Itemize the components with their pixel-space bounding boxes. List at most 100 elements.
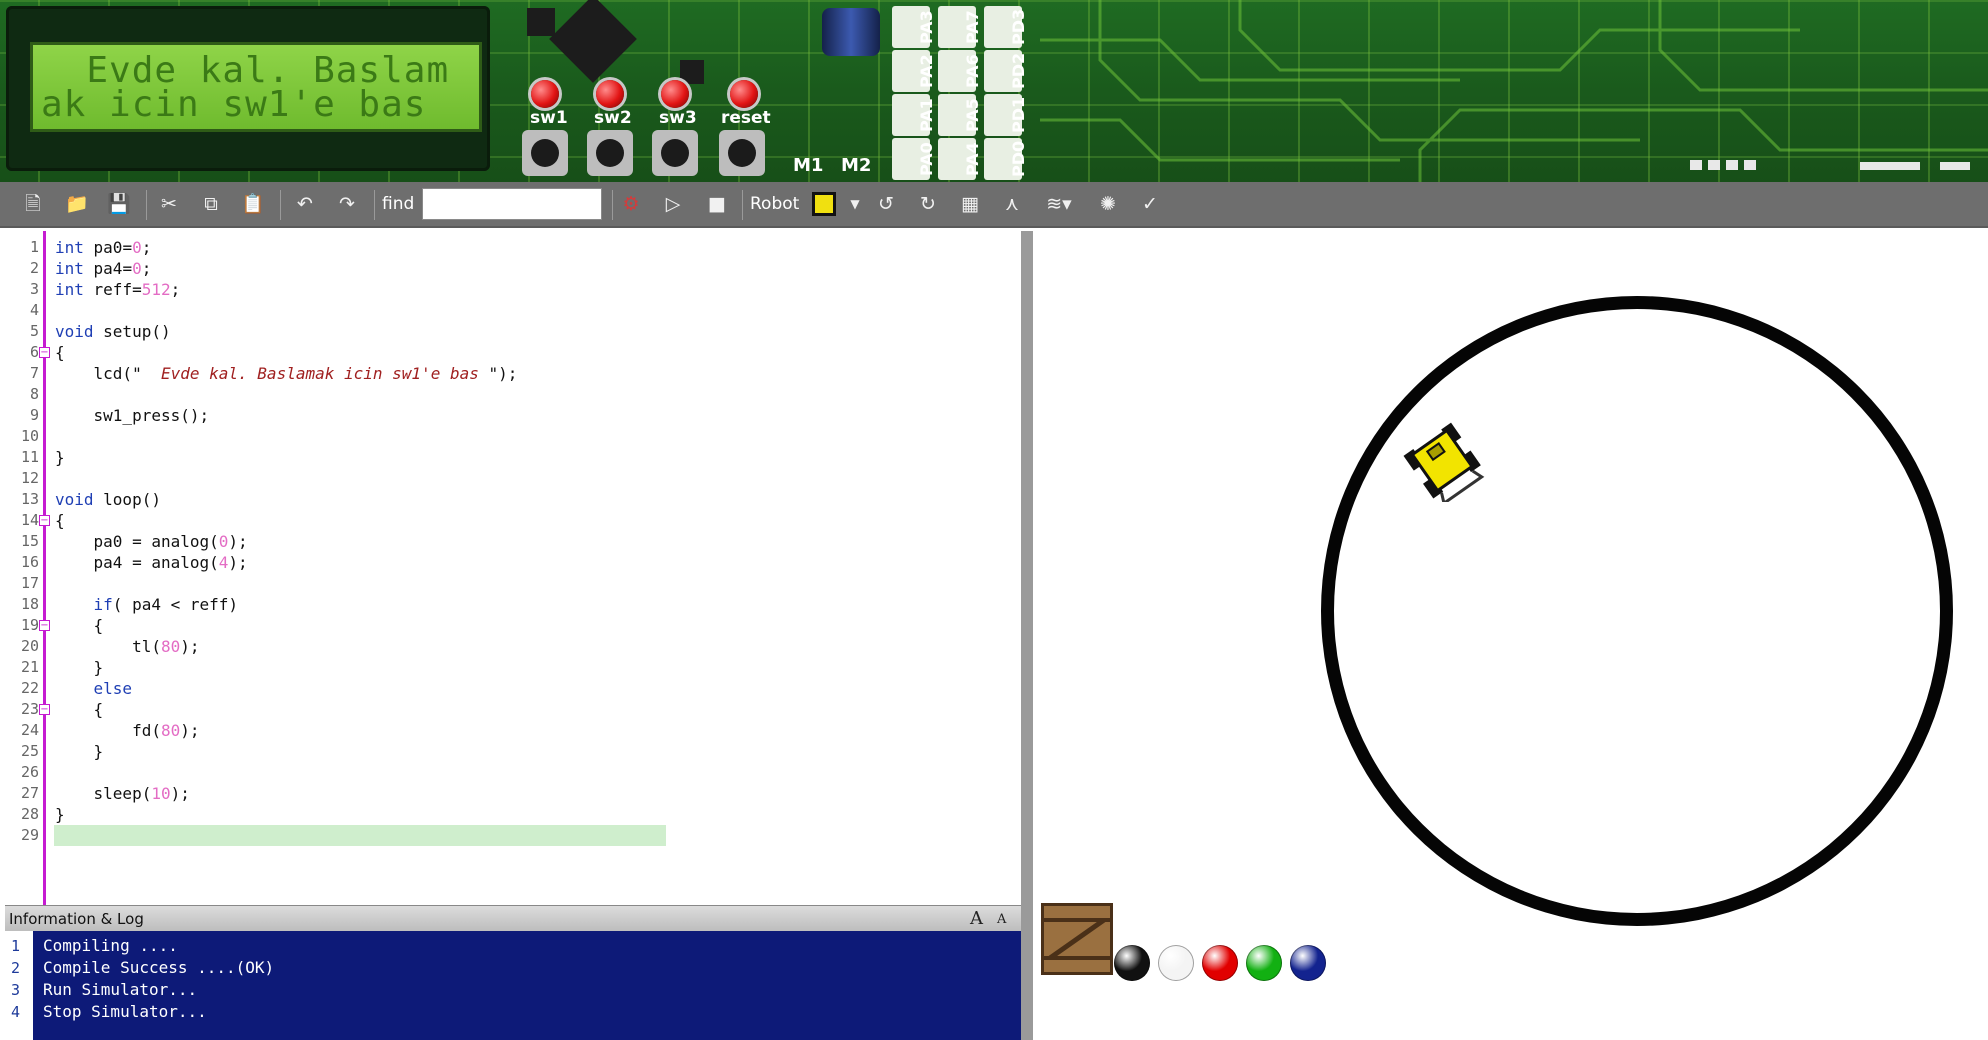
code-line[interactable]: } xyxy=(55,741,104,762)
log-line: Compile Success ....(OK) xyxy=(43,958,275,977)
code-line[interactable]: void loop() xyxy=(55,489,161,510)
code-line[interactable]: int reff=512; xyxy=(55,279,180,300)
code-line[interactable]: int pa0=0; xyxy=(55,237,151,258)
robot-car[interactable] xyxy=(1401,418,1485,502)
toolbar-separator xyxy=(146,190,147,220)
color-swatch-black[interactable] xyxy=(1114,945,1150,981)
calculator-icon[interactable]: ▦ xyxy=(957,191,983,217)
code-line[interactable]: } xyxy=(55,447,65,468)
run-icon[interactable]: ▷ xyxy=(660,191,686,217)
line-number: 17 xyxy=(20,574,39,592)
redo-icon[interactable]: ↷ xyxy=(334,191,360,217)
line-number: 23 xyxy=(20,700,39,718)
led-4 xyxy=(730,80,758,108)
code-line[interactable]: pa4 = analog(4); xyxy=(55,552,248,573)
code-line[interactable]: void setup() xyxy=(55,321,171,342)
toolbar-separator xyxy=(280,190,281,220)
board-panel: Evde kal. Baslam ak icin sw1'e bas sw1 s… xyxy=(0,0,1988,182)
code-editor[interactable]: 1 2 3 4 5 6 7 8 9 10 11 12 13 14 15 16 17 18 19 20 21 22 23 24 2… xyxy=(5,231,1021,905)
compile-gear-icon[interactable]: ⚙ xyxy=(618,191,644,217)
rotate-right-icon[interactable]: ↻ xyxy=(915,191,941,217)
sw2-button[interactable] xyxy=(587,130,633,176)
code-line[interactable]: } xyxy=(55,657,104,678)
save-icon[interactable]: 💾 xyxy=(106,191,132,217)
line-number: 12 xyxy=(20,469,39,487)
line-number: 24 xyxy=(20,721,39,739)
find-input[interactable] xyxy=(422,188,602,220)
code-line[interactable]: int pa4=0; xyxy=(55,258,151,279)
chevron-down-icon[interactable]: ▼ xyxy=(842,191,868,217)
log-line-number: 1 xyxy=(11,937,21,955)
color-swatch-green[interactable] xyxy=(1246,945,1282,981)
code-line[interactable]: sw1_press(); xyxy=(55,405,210,426)
lcd-line-2: ak icin sw1'e bas xyxy=(41,84,427,125)
line-number: 5 xyxy=(29,322,39,340)
code-line[interactable]: pa0 = analog(0); xyxy=(55,531,248,552)
stop-icon[interactable]: ■ xyxy=(704,191,730,217)
line-number: 11 xyxy=(20,448,39,466)
reset-button[interactable] xyxy=(719,130,765,176)
code-line[interactable]: else xyxy=(55,678,133,699)
cut-icon[interactable]: ✂ xyxy=(156,191,182,217)
sw3-button[interactable] xyxy=(652,130,698,176)
code-line[interactable]: lcd(" Evde kal. Baslamak icin sw1'e bas … xyxy=(55,363,518,384)
log-line-number: 2 xyxy=(11,959,21,977)
wooden-crate-icon[interactable] xyxy=(1041,903,1113,975)
undo-icon[interactable]: ↶ xyxy=(292,191,318,217)
sensor-icon[interactable]: ✺ xyxy=(1095,191,1121,217)
line-number-gutter: 1 2 3 4 5 6 7 8 9 10 11 12 13 14 15 16 17 18 19 20 21 22 23 24 2… xyxy=(5,231,43,905)
port-label-pa5: PA5 xyxy=(963,98,982,132)
port-label-pa7: PA7 xyxy=(963,10,982,44)
line-number: 6 xyxy=(29,343,39,361)
line-number: 4 xyxy=(29,301,39,319)
pane-splitter[interactable] xyxy=(1021,231,1033,1040)
code-line[interactable]: tl(80); xyxy=(55,636,199,657)
log-line: Compiling .... xyxy=(43,936,178,955)
code-line[interactable]: fd(80); xyxy=(55,720,199,741)
fold-toggle-icon[interactable]: − xyxy=(39,620,50,631)
sw1-label: sw1 xyxy=(530,108,568,128)
motor-2-label: M2 xyxy=(841,155,872,176)
paste-icon[interactable]: 📋 xyxy=(240,191,266,217)
color-swatch-white[interactable] xyxy=(1158,945,1194,981)
code-line[interactable]: { xyxy=(55,699,104,720)
log-header: Information & Log A A xyxy=(5,905,1021,931)
line-number: 1 xyxy=(29,238,39,256)
color-swatch-red[interactable] xyxy=(1202,945,1238,981)
rotate-left-icon[interactable]: ↺ xyxy=(873,191,899,217)
font-increase-button[interactable]: A xyxy=(970,908,983,929)
port-label-pa3: PA3 xyxy=(917,10,936,44)
tree-icon[interactable]: ⋏ xyxy=(999,191,1025,217)
line-number: 13 xyxy=(20,490,39,508)
line-number: 26 xyxy=(20,763,39,781)
code-line[interactable]: sleep(10); xyxy=(55,783,190,804)
fold-toggle-icon[interactable]: − xyxy=(39,347,50,358)
robot-label: Robot xyxy=(750,194,800,214)
robot-icon[interactable] xyxy=(812,192,836,216)
code-line[interactable]: { xyxy=(55,615,104,636)
sw1-button[interactable] xyxy=(522,130,568,176)
font-decrease-button[interactable]: A xyxy=(997,912,1006,927)
code-line[interactable]: { xyxy=(55,510,65,531)
line-number: 29 xyxy=(20,826,39,844)
line-number: 10 xyxy=(20,427,39,445)
code-line[interactable]: { xyxy=(55,342,65,363)
port-label-pd1: PD1 xyxy=(1009,96,1028,134)
copy-icon[interactable]: ⧉ xyxy=(198,191,224,217)
line-number: 18 xyxy=(20,595,39,613)
fold-toggle-icon[interactable]: − xyxy=(39,515,50,526)
line-number: 8 xyxy=(29,385,39,403)
port-label-pa6: PA6 xyxy=(963,54,982,88)
port-label-pd3: PD3 xyxy=(1009,8,1028,46)
help-icon[interactable]: ✓ xyxy=(1137,191,1163,217)
new-file-icon[interactable]: 🗎 xyxy=(20,191,46,217)
code-line[interactable]: } xyxy=(55,804,65,825)
open-folder-icon[interactable]: 📁 xyxy=(64,191,90,217)
toolbar-separator xyxy=(374,190,375,220)
code-line[interactable]: if( pa4 < reff) xyxy=(55,594,239,615)
color-swatch-blue[interactable] xyxy=(1290,945,1326,981)
find-label: find xyxy=(382,194,415,214)
port-label-pd2: PD2 xyxy=(1009,52,1028,90)
track-icon[interactable]: ≋▾ xyxy=(1041,191,1077,217)
fold-toggle-icon[interactable]: − xyxy=(39,704,50,715)
